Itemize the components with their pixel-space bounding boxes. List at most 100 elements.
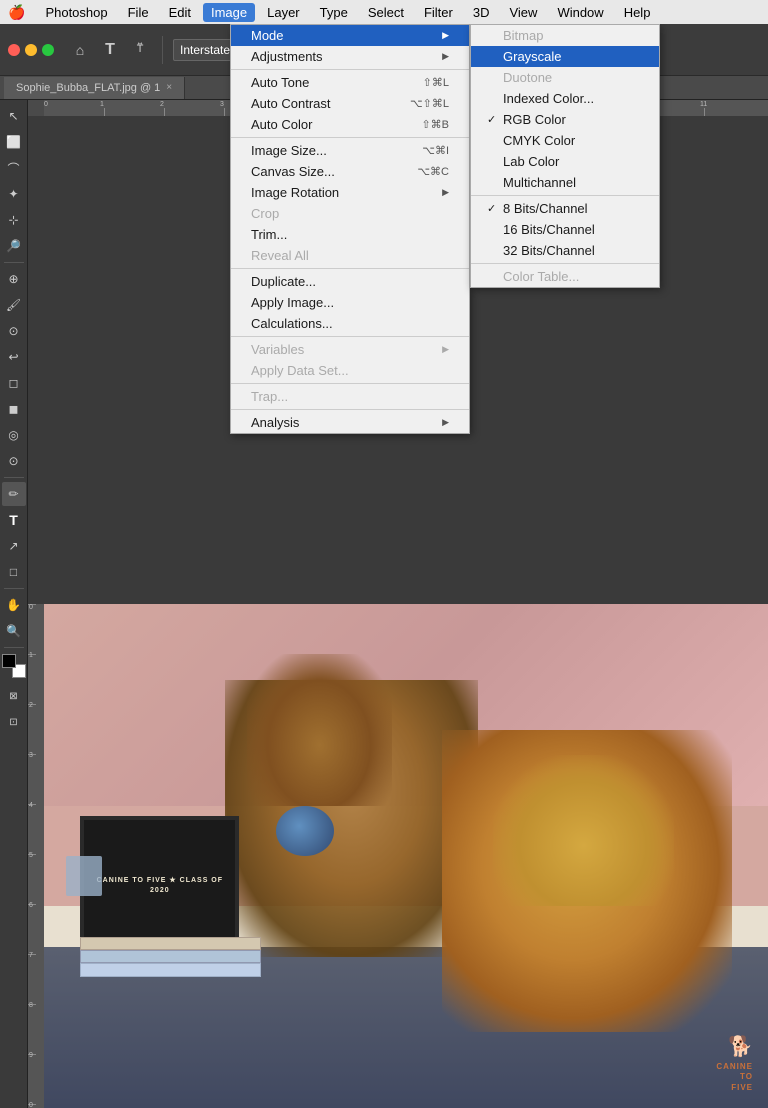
mode-item-32bit[interactable]: 32 Bits/Channel — [471, 240, 659, 261]
mode-item-color-table[interactable]: Color Table... — [471, 266, 659, 287]
zoom-tool[interactable]: 🔍 — [2, 619, 26, 643]
menu-item-reveal-all-label: Reveal All — [251, 248, 309, 263]
quick-mask-icon[interactable]: ⊠ — [2, 684, 26, 708]
menu-view[interactable]: View — [501, 3, 545, 22]
mode-item-rgb-color[interactable]: ✓ RGB Color — [471, 109, 659, 130]
menu-3d[interactable]: 3D — [465, 3, 498, 22]
menu-item-analysis-label: Analysis — [251, 415, 299, 430]
image-dropdown-menu[interactable]: Mode Adjustments Auto Tone ⇧⌘L Auto Cont… — [230, 24, 470, 434]
screen-mode-icon[interactable]: ⊡ — [2, 710, 26, 734]
menu-item-auto-tone-shortcut: ⇧⌘L — [423, 76, 449, 89]
menu-item-trim[interactable]: Trim... — [231, 224, 469, 245]
mode-check-8bit: ✓ — [487, 202, 503, 215]
menu-item-crop-label: Crop — [251, 206, 279, 221]
mode-item-cmyk-color[interactable]: CMYK Color — [471, 130, 659, 151]
menu-item-apply-image[interactable]: Apply Image... — [231, 292, 469, 313]
tab-close-button[interactable]: × — [166, 82, 172, 93]
mode-label-multichannel: Multichannel — [503, 175, 576, 190]
quick-select-tool[interactable]: ✦ — [2, 182, 26, 206]
mode-item-duotone[interactable]: Duotone — [471, 67, 659, 88]
orientation-icon[interactable]: T⃡ — [128, 38, 152, 62]
move-tool[interactable]: ↖ — [2, 104, 26, 128]
tab-filename: Sophie_Bubba_FLAT.jpg @ 1 — [16, 82, 160, 94]
dodge-tool[interactable]: ⊙ — [2, 449, 26, 473]
menu-file[interactable]: File — [120, 3, 157, 22]
menu-item-analysis[interactable]: Analysis — [231, 412, 469, 433]
mode-label-bitmap: Bitmap — [503, 28, 543, 43]
eyedropper-tool[interactable]: 🔎 — [2, 234, 26, 258]
menu-image[interactable]: Image — [203, 3, 255, 22]
menu-item-apply-data-set[interactable]: Apply Data Set... — [231, 360, 469, 381]
menu-photoshop[interactable]: Photoshop — [37, 3, 115, 22]
color-swatches[interactable] — [2, 654, 26, 678]
maximize-window-button[interactable] — [42, 44, 54, 56]
canvas-scroll-area[interactable]: CANINE TO FIVE ★ CLASS OF 2020 — [44, 604, 768, 1108]
menu-filter[interactable]: Filter — [416, 3, 461, 22]
menu-item-calculations[interactable]: Calculations... — [231, 313, 469, 334]
clone-stamp-tool[interactable]: ⊙ — [2, 319, 26, 343]
healing-brush-tool[interactable]: ⊕ — [2, 267, 26, 291]
menu-item-adjustments[interactable]: Adjustments — [231, 46, 469, 67]
menu-item-image-rotation[interactable]: Image Rotation — [231, 182, 469, 203]
menu-item-auto-color[interactable]: Auto Color ⇧⌘B — [231, 114, 469, 135]
ruler-label-v-1: 1 — [29, 652, 33, 659]
hand-tool[interactable]: ✋ — [2, 593, 26, 617]
text-tool[interactable]: T — [2, 508, 26, 532]
type-tool-icon[interactable]: T — [98, 38, 122, 62]
tools-separator-2 — [4, 477, 24, 478]
lasso-tool[interactable]: ⌒ — [2, 156, 26, 180]
document-tab[interactable]: Sophie_Bubba_FLAT.jpg @ 1 × — [4, 77, 185, 99]
tools-separator-3 — [4, 588, 24, 589]
blur-tool[interactable]: ◎ — [2, 423, 26, 447]
menu-item-trap[interactable]: Trap... — [231, 386, 469, 407]
canvas-document: CANINE TO FIVE ★ CLASS OF 2020 — [44, 604, 768, 1108]
marquee-tool[interactable]: ⬜ — [2, 130, 26, 154]
mode-label-32bit: 32 Bits/Channel — [503, 243, 595, 258]
close-window-button[interactable] — [8, 44, 20, 56]
menu-item-mode[interactable]: Mode — [231, 25, 469, 46]
ruler-label-v-10: 0 — [29, 1102, 33, 1108]
mode-item-8bit[interactable]: ✓ 8 Bits/Channel — [471, 198, 659, 219]
shape-tool[interactable]: □ — [2, 560, 26, 584]
ruler-label-h-11: 11 — [700, 101, 707, 108]
eraser-tool[interactable]: ◻ — [2, 371, 26, 395]
pen-tool[interactable]: ✏ — [2, 482, 26, 506]
mode-item-bitmap[interactable]: Bitmap — [471, 25, 659, 46]
menu-item-auto-color-shortcut: ⇧⌘B — [421, 118, 449, 131]
menu-item-reveal-all[interactable]: Reveal All — [231, 245, 469, 266]
mode-item-grayscale[interactable]: Grayscale — [471, 46, 659, 67]
menu-type[interactable]: Type — [312, 3, 356, 22]
minimize-window-button[interactable] — [25, 44, 37, 56]
path-selection-tool[interactable]: ↗ — [2, 534, 26, 558]
menu-layer[interactable]: Layer — [259, 3, 308, 22]
brush-tool[interactable]: 🖌 — [2, 293, 26, 317]
mode-submenu[interactable]: Bitmap Grayscale Duotone Indexed Color..… — [470, 24, 660, 288]
apple-menu-item[interactable]: 🍎 — [8, 4, 25, 21]
menu-item-canvas-size[interactable]: Canvas Size... ⌥⌘C — [231, 161, 469, 182]
menu-item-image-size-shortcut: ⌥⌘I — [422, 144, 449, 157]
menu-help[interactable]: Help — [616, 3, 659, 22]
ruler-label-v-5: 5 — [29, 852, 33, 859]
toolbar-separator-1 — [162, 36, 163, 64]
mode-item-multichannel[interactable]: Multichannel — [471, 172, 659, 193]
menu-item-duplicate-label: Duplicate... — [251, 274, 316, 289]
menu-edit[interactable]: Edit — [161, 3, 199, 22]
menu-item-duplicate[interactable]: Duplicate... — [231, 271, 469, 292]
crop-tool[interactable]: ⊹ — [2, 208, 26, 232]
foreground-color-swatch[interactable] — [2, 654, 16, 668]
menu-item-adjustments-label: Adjustments — [251, 49, 323, 64]
menu-select[interactable]: Select — [360, 3, 412, 22]
mode-item-indexed-color[interactable]: Indexed Color... — [471, 88, 659, 109]
menu-window[interactable]: Window — [549, 3, 611, 22]
menu-item-auto-contrast[interactable]: Auto Contrast ⌥⇧⌘L — [231, 93, 469, 114]
mode-label-indexed-color: Indexed Color... — [503, 91, 594, 106]
menu-item-variables[interactable]: Variables — [231, 339, 469, 360]
menu-item-image-size[interactable]: Image Size... ⌥⌘I — [231, 140, 469, 161]
history-brush-tool[interactable]: ↩ — [2, 345, 26, 369]
menu-item-crop[interactable]: Crop — [231, 203, 469, 224]
mode-item-lab-color[interactable]: Lab Color — [471, 151, 659, 172]
gradient-tool[interactable]: ◼ — [2, 397, 26, 421]
mode-item-16bit[interactable]: 16 Bits/Channel — [471, 219, 659, 240]
home-icon[interactable]: ⌂ — [68, 38, 92, 62]
menu-item-auto-tone[interactable]: Auto Tone ⇧⌘L — [231, 72, 469, 93]
